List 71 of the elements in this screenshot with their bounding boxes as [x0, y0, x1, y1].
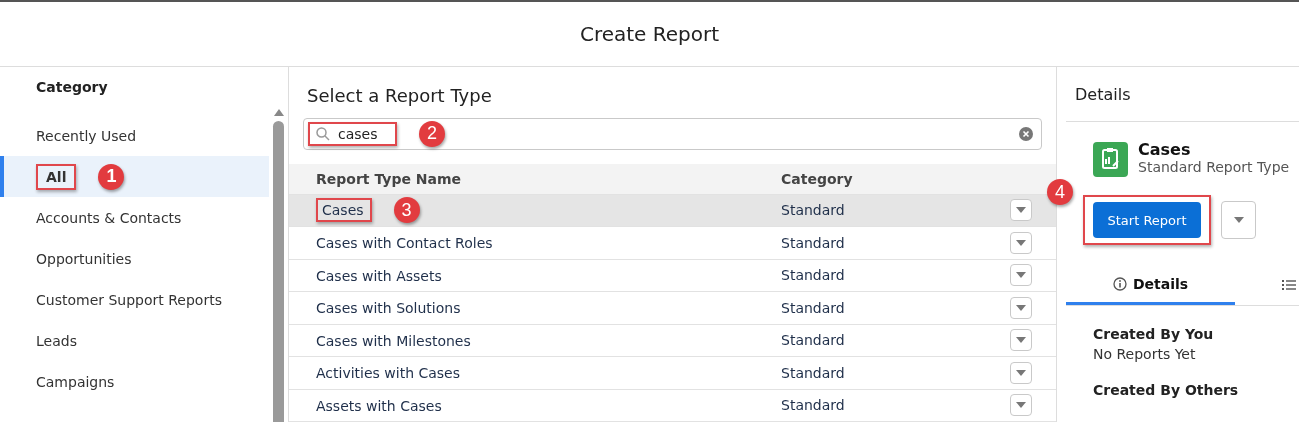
clipboard-icon [1093, 142, 1128, 177]
category-cell-text: Standard [781, 299, 846, 316]
section-heading: Created By Others [1093, 382, 1240, 398]
section-text: No Reports Yet [1093, 346, 1197, 362]
row-menu-button[interactable] [1010, 199, 1032, 222]
category-item[interactable]: All 1 [0, 156, 269, 197]
caret-icon [1016, 272, 1026, 279]
table-row[interactable]: Cases 3 Standard [289, 194, 1056, 227]
category-label: All [46, 168, 67, 185]
category-cell-text: Standard [781, 397, 846, 414]
caret-icon [1016, 402, 1026, 409]
category-item[interactable]: Campaigns [0, 361, 269, 402]
dialog-title: Create Report [579, 22, 720, 46]
clear-icon[interactable] [1019, 126, 1033, 141]
caret-icon [1016, 369, 1026, 376]
report-type-title: Cases [1138, 140, 1192, 159]
step-badge: 3 [393, 197, 420, 224]
scroll-up-icon[interactable] [273, 109, 284, 116]
caret-icon [1016, 304, 1026, 311]
report-type-name[interactable]: Cases [322, 202, 364, 219]
panel-title: Details [1066, 67, 1299, 122]
step-badge: 2 [419, 120, 445, 147]
list-icon[interactable] [1282, 279, 1296, 291]
caret-icon [1016, 207, 1026, 214]
category-cell-text: Standard [781, 202, 846, 219]
category-heading: Category [35, 79, 109, 97]
report-type-name[interactable]: Activities with Cases [316, 365, 461, 382]
section-heading: Created By You [1093, 326, 1215, 342]
scrollbar-thumb[interactable] [273, 121, 284, 422]
search-field[interactable]: cases 2 [303, 117, 1042, 150]
category-label: Customer Support Reports [36, 291, 222, 308]
dropdown-button[interactable] [1221, 201, 1256, 239]
report-type-name[interactable]: Cases with Assets [316, 267, 442, 284]
category-item[interactable]: Opportunities [0, 238, 269, 279]
category-cell-text: Standard [781, 234, 846, 251]
row-menu-button[interactable] [1010, 231, 1032, 254]
step-badge: 4 [1047, 179, 1073, 205]
category-cell-text: Standard [781, 332, 846, 349]
section-title: Select a Report Type [306, 84, 493, 108]
row-menu-button[interactable] [1010, 264, 1032, 287]
row-menu-button[interactable] [1010, 361, 1032, 384]
category-label: Recently Used [36, 127, 137, 144]
row-menu-button[interactable] [1010, 296, 1032, 319]
column-header: Report Type Name [316, 170, 463, 187]
category-label: Accounts & Contacts [36, 209, 182, 226]
report-type-name[interactable]: Cases with Milestones [316, 332, 471, 349]
report-type-name[interactable]: Cases with Solutions [316, 300, 461, 317]
caret-icon [1016, 239, 1026, 246]
info-icon [1112, 276, 1127, 291]
report-type-subtitle: Standard Report Type [1138, 159, 1290, 175]
report-type-name[interactable]: Cases with Contact Roles [316, 235, 493, 252]
caret-icon [1016, 337, 1026, 344]
category-label: Opportunities [36, 250, 132, 267]
category-label: Campaigns [36, 373, 115, 390]
report-type-name[interactable]: Assets with Cases [316, 397, 442, 414]
row-menu-button[interactable] [1010, 329, 1032, 352]
column-header: Category [781, 170, 854, 187]
category-label: Leads [36, 332, 77, 349]
category-item[interactable]: Leads [0, 320, 269, 361]
category-item[interactable]: Customer Support Reports [0, 279, 269, 320]
details-tab[interactable]: Details [1066, 265, 1235, 305]
category-cell-text: Standard [781, 267, 846, 284]
category-item[interactable]: Recently Used [0, 115, 269, 156]
step-badge: 1 [98, 163, 125, 190]
start-report-button[interactable]: Start Report [1093, 202, 1201, 238]
category-cell-text: Standard [781, 364, 846, 381]
search-query[interactable]: cases [338, 125, 387, 142]
category-item[interactable]: Accounts & Contacts [0, 197, 269, 238]
search-icon [316, 126, 330, 141]
caret-icon [1233, 217, 1244, 223]
row-menu-button[interactable] [1010, 394, 1032, 417]
